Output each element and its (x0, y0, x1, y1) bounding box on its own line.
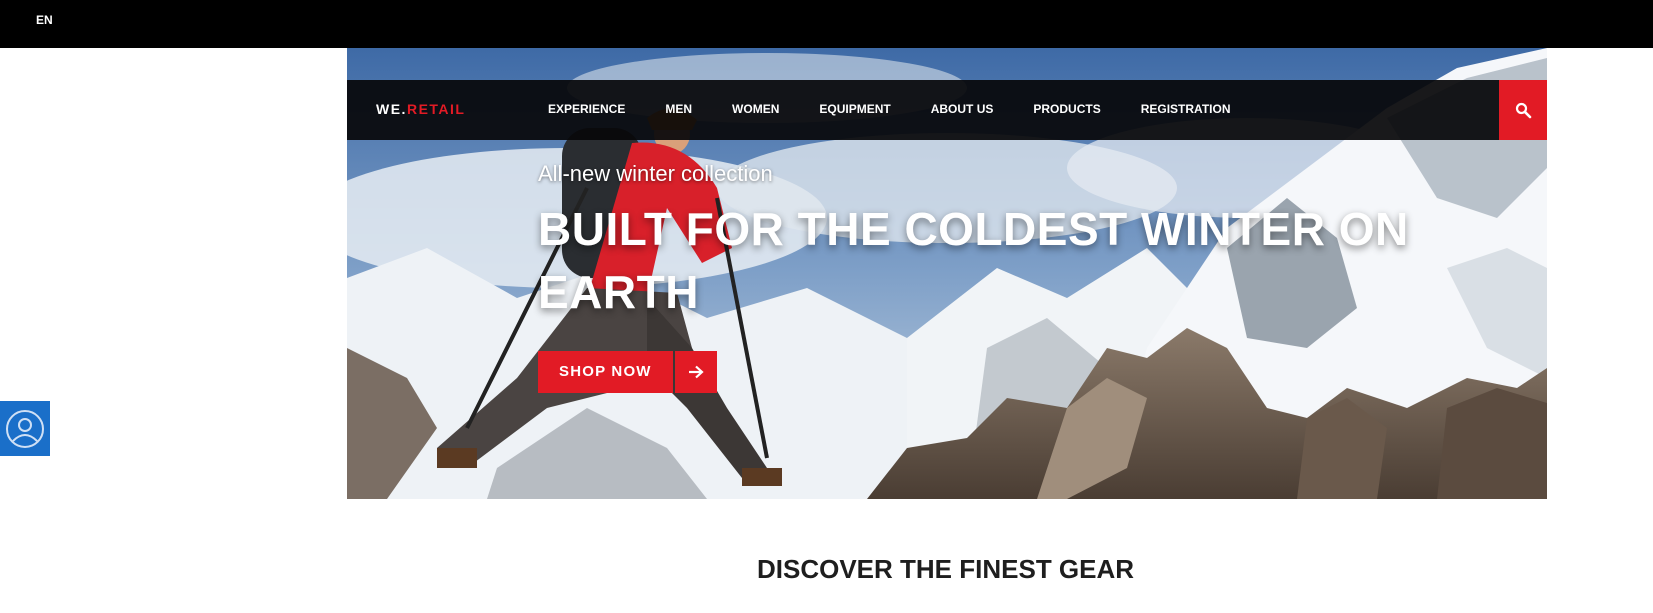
hero-headline: BUILT FOR THE COLDEST WINTER ON EARTH (538, 203, 1409, 318)
language-selector[interactable]: EN (36, 13, 53, 27)
nav-item-equipment[interactable]: EQUIPMENT (819, 102, 890, 116)
hero-kicker: All-new winter collection (538, 161, 773, 186)
nav-item-registration[interactable]: REGISTRATION (1141, 102, 1231, 116)
section-title: DISCOVER THE FINEST GEAR (757, 554, 1135, 584)
logo-prefix: WE. (376, 101, 407, 117)
brand-logo[interactable]: WE.RETAIL (376, 101, 465, 117)
user-profile-icon (6, 409, 44, 448)
nav-item-about-us[interactable]: ABOUT US (931, 102, 994, 116)
main-navbar: WE.RETAIL EXPERIENCE MEN WOMEN EQUIPMENT… (347, 80, 1547, 140)
shop-now-button[interactable]: SHOP NOW (538, 351, 717, 393)
logo-suffix: RETAIL (406, 101, 466, 117)
search-icon (1515, 102, 1531, 118)
nav-item-products[interactable]: PRODUCTS (1033, 102, 1100, 116)
top-bar: EN (0, 0, 1653, 48)
nav-menu: EXPERIENCE MEN WOMEN EQUIPMENT ABOUT US … (548, 102, 1271, 116)
user-profile-button[interactable] (0, 401, 50, 456)
search-button[interactable] (1499, 80, 1547, 140)
hero-banner: WE.RETAIL EXPERIENCE MEN WOMEN EQUIPMENT… (347, 48, 1547, 499)
nav-item-women[interactable]: WOMEN (732, 102, 779, 116)
shop-now-label: SHOP NOW (538, 351, 673, 393)
nav-item-men[interactable]: MEN (665, 102, 692, 116)
nav-item-experience[interactable]: EXPERIENCE (548, 102, 625, 116)
arrow-right-icon (674, 351, 717, 393)
